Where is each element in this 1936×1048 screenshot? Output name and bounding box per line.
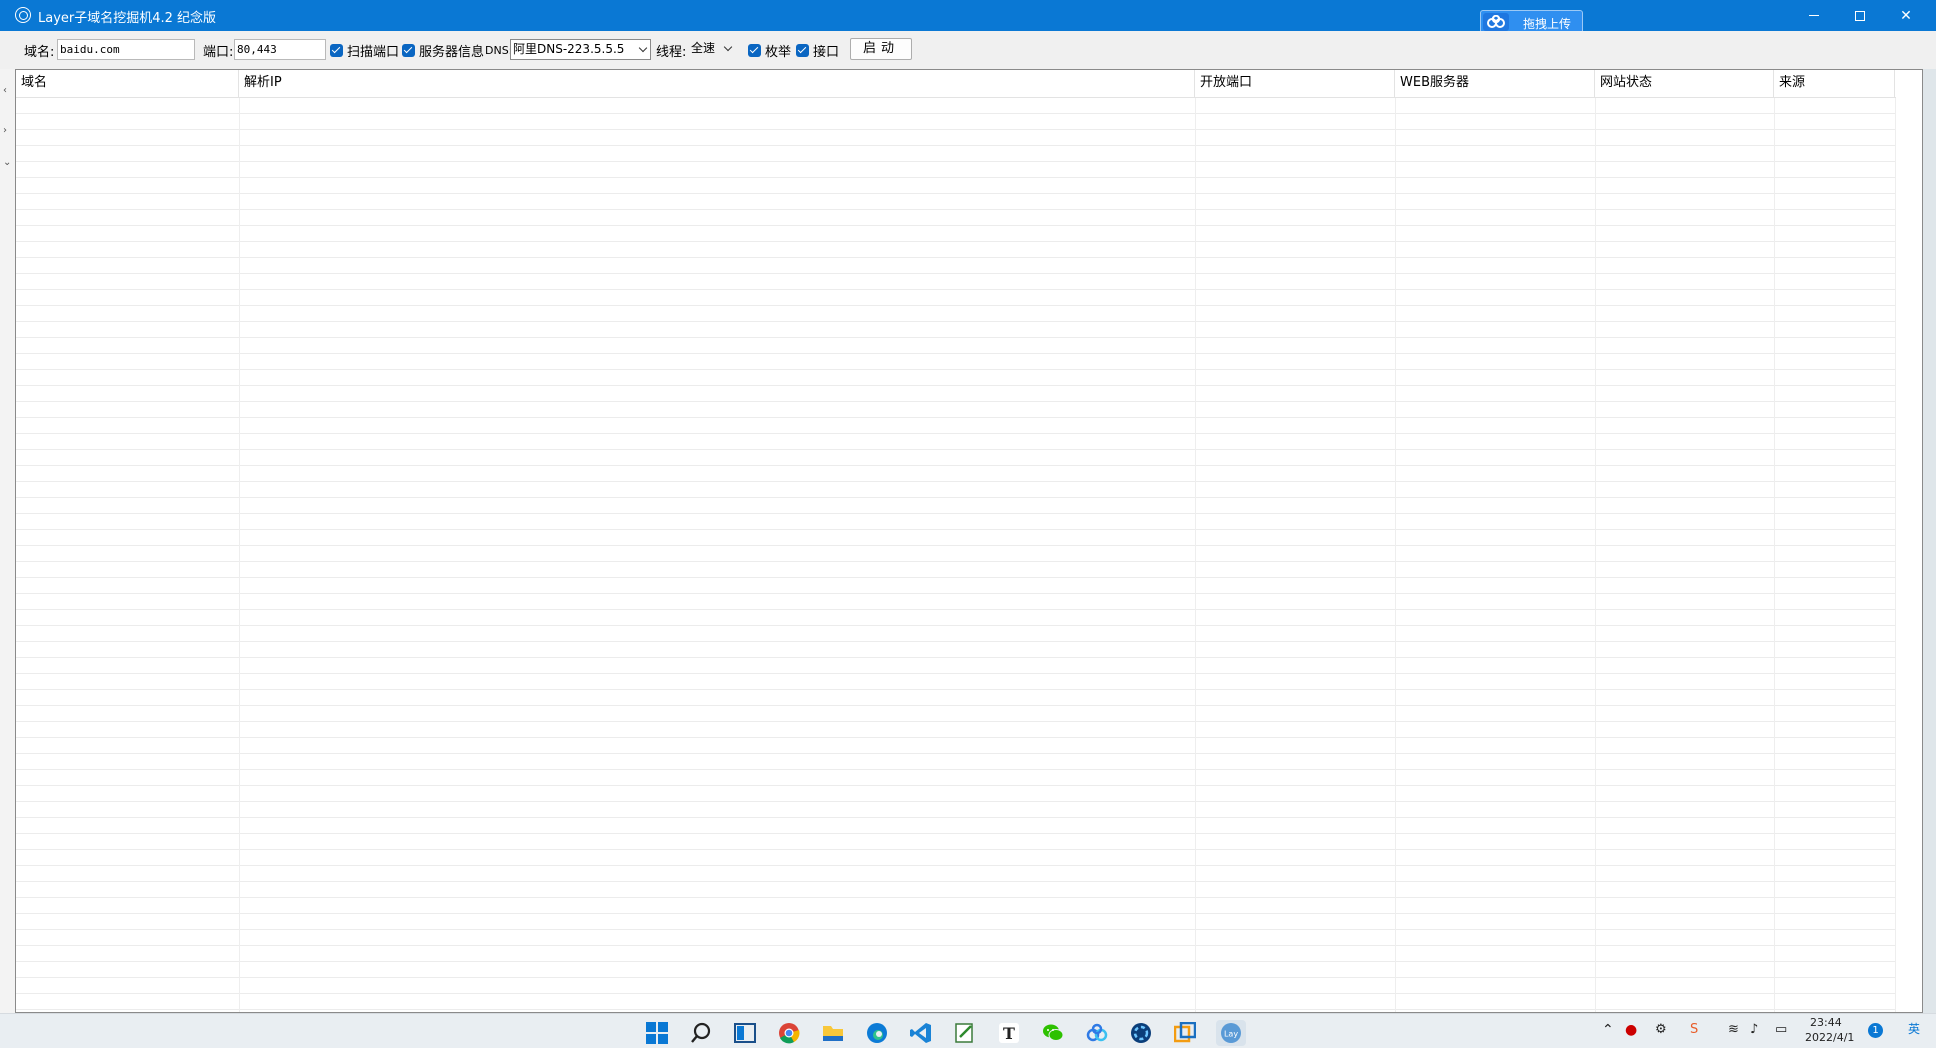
file-explorer-icon[interactable]	[820, 1020, 846, 1046]
enumerate-checkbox[interactable]: 枚举	[748, 31, 791, 69]
column-divider	[1395, 98, 1396, 1012]
server-info-check-icon	[402, 43, 415, 57]
app-icon[interactable]	[1128, 1020, 1154, 1046]
chrome-icon[interactable]	[776, 1020, 802, 1046]
search-icon[interactable]	[688, 1020, 714, 1046]
app-window: Layer子域名挖掘机4.2 纪念版 拖拽上传 ✕ 域名: baidu.com …	[0, 0, 1936, 1013]
column-header-resolved-ip[interactable]: 解析IP	[239, 70, 1195, 98]
edge-icon[interactable]	[864, 1020, 890, 1046]
api-checkbox[interactable]: 接口	[796, 31, 839, 69]
toolbar: 域名: baidu.com 端口: 80,443 扫描端口 服务器信息 DNS:…	[0, 31, 1936, 69]
column-divider	[1595, 98, 1596, 1012]
desktop-background-strip	[1923, 69, 1936, 1013]
threads-label: 线程:	[656, 44, 687, 60]
ime-icon[interactable]: 英	[1908, 1020, 1920, 1037]
dns-label: DNS:	[485, 43, 513, 57]
app-logo-icon	[15, 7, 31, 23]
wifi-icon[interactable]: ≋	[1728, 1022, 1739, 1037]
baidu-netdisk-icon	[1483, 13, 1509, 31]
close-button[interactable]: ✕	[1883, 0, 1929, 31]
scan-ports-label: 扫描端口	[347, 44, 400, 60]
start-icon[interactable]	[644, 1020, 670, 1046]
chevron-left-icon: ‹	[3, 85, 7, 96]
column-header-source[interactable]: 来源	[1774, 70, 1895, 98]
qq-icon[interactable]: ●	[1625, 1022, 1637, 1038]
column-header-domain[interactable]: 域名	[16, 70, 239, 98]
server-info-checkbox[interactable]: 服务器信息	[402, 31, 484, 69]
chevron-down-icon	[638, 43, 648, 53]
volume-icon[interactable]: ♪	[1750, 1022, 1758, 1037]
threads-select[interactable]: 全速	[689, 39, 735, 60]
baidu-netdisk-icon[interactable]	[1084, 1020, 1110, 1046]
close-icon: ✕	[1900, 7, 1912, 24]
title-bar: Layer子域名挖掘机4.2 纪念版 拖拽上传 ✕	[0, 0, 1936, 34]
start-button[interactable]: 启动	[850, 38, 912, 60]
vscode-icon[interactable]	[908, 1020, 934, 1046]
dns-select-value: 阿里DNS-223.5.5.5	[513, 42, 625, 56]
svg-text:Lay: Lay	[1224, 1030, 1238, 1039]
scan-ports-check-icon	[330, 43, 343, 57]
chevron-up-icon[interactable]: ⌃	[1602, 1022, 1614, 1038]
port-input[interactable]: 80,443	[234, 39, 326, 60]
clock-date[interactable]: 2022/4/1	[1805, 1031, 1854, 1044]
maximize-button[interactable]	[1837, 0, 1883, 31]
minimize-icon	[1809, 15, 1819, 16]
layer-icon[interactable]: Lay	[1216, 1020, 1246, 1046]
typora-icon[interactable]: T	[996, 1020, 1022, 1046]
column-header-open-ports[interactable]: 开放端口	[1195, 70, 1395, 98]
drag-upload-label: 拖拽上传	[1523, 17, 1572, 31]
svg-text:T: T	[1003, 1024, 1015, 1043]
scan-ports-checkbox[interactable]: 扫描端口	[330, 31, 399, 69]
column-divider	[1195, 98, 1196, 1012]
enumerate-check-icon	[748, 43, 761, 57]
minimize-button[interactable]	[1791, 0, 1837, 31]
threads-select-value: 全速	[691, 41, 716, 55]
domain-label: 域名:	[24, 44, 55, 60]
sogou-icon[interactable]: S	[1690, 1022, 1698, 1037]
column-header-web-server[interactable]: WEB服务器	[1395, 70, 1595, 98]
battery-icon[interactable]: ▭	[1775, 1022, 1787, 1037]
api-label: 接口	[813, 44, 840, 60]
column-divider	[239, 98, 240, 1012]
port-label: 端口:	[203, 44, 234, 60]
window-title: Layer子域名挖掘机4.2 纪念版	[38, 11, 217, 26]
column-divider	[1895, 98, 1896, 1012]
background-window-edge: ‹ › ⌄	[0, 69, 15, 1013]
dns-select[interactable]: 阿里DNS-223.5.5.5	[510, 39, 651, 60]
grid-rows	[16, 98, 1896, 1012]
vmware-icon[interactable]	[1172, 1020, 1198, 1046]
tray-app-icon[interactable]: ⚙	[1655, 1022, 1667, 1037]
chevron-right-icon: ›	[3, 125, 7, 136]
enumerate-label: 枚举	[765, 44, 792, 60]
api-check-icon	[796, 43, 809, 57]
column-header-site-status[interactable]: 网站状态	[1595, 70, 1774, 98]
clock-time[interactable]: 23:44	[1810, 1016, 1842, 1029]
chevron-down-icon	[723, 42, 733, 52]
column-divider	[1774, 98, 1775, 1012]
maximize-icon	[1855, 10, 1865, 21]
server-info-label: 服务器信息	[419, 44, 485, 60]
notepad-icon[interactable]	[952, 1020, 978, 1046]
chevron-down-icon: ⌄	[3, 157, 12, 168]
grid-header: 域名 解析IP 开放端口 WEB服务器 网站状态 来源	[16, 70, 1896, 98]
wechat-icon[interactable]	[1040, 1020, 1066, 1046]
task-view-icon[interactable]	[732, 1020, 758, 1046]
taskbar: T Lay ⌃ ● ⚙ S ≋ ♪ ▭ 23:44 2022/4/1 1 英	[0, 1013, 1936, 1048]
results-grid[interactable]: 域名 解析IP 开放端口 WEB服务器 网站状态 来源	[15, 69, 1923, 1013]
domain-input[interactable]: baidu.com	[57, 39, 195, 60]
notification-badge[interactable]: 1	[1868, 1023, 1883, 1038]
